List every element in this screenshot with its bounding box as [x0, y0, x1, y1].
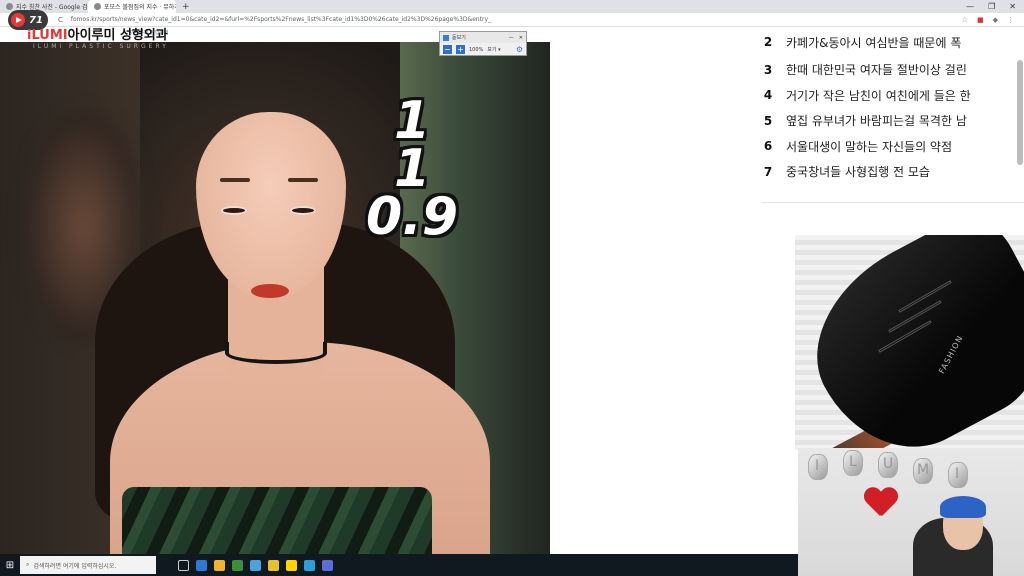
windows-start-icon[interactable]: ⊞: [0, 554, 20, 576]
screen: 지수 칭찬 사진 - Google 검색 ✕ 포모스 볼점집의 지수 · 뮤하게…: [0, 0, 1024, 576]
shoe-image: [795, 235, 1024, 450]
play-icon: [11, 13, 25, 27]
list-item[interactable]: 2 카페가&동아시 여심반을 때문에 폭: [762, 27, 1024, 57]
shoe-advertisement[interactable]: FASHION: [795, 235, 1024, 450]
clinic-logo: iLUMI아이루미 성형외과: [27, 24, 168, 43]
extension-icon[interactable]: ■: [977, 16, 984, 24]
list-item[interactable]: 6 서울대생이 말하는 자신들의 약점: [762, 134, 1024, 160]
kakaotalk-icon[interactable]: [286, 559, 297, 571]
rating-value: 1: [393, 91, 431, 151]
article-rank: 6: [763, 139, 773, 154]
magnifier-window[interactable]: 돋보기 — ✕ − + 100% 보기 ▾ ⚙: [439, 31, 527, 56]
zoom-out-button[interactable]: −: [443, 45, 452, 54]
menu-kebab-icon[interactable]: ⋮: [1007, 16, 1014, 24]
popular-article-list: 2 카페가&동아시 여심반을 때문에 폭 3 한때 대한민국 여자들 절반이상 …: [762, 27, 1024, 185]
google-favicon-icon: [6, 3, 13, 10]
app-icon[interactable]: [196, 559, 207, 571]
article-title[interactable]: 카페가&동아시 여심반을 때문에 폭: [786, 34, 961, 51]
balloon-letter: M: [913, 458, 933, 484]
new-tab-button[interactable]: +: [176, 2, 196, 12]
rating-value: 1: [393, 139, 431, 199]
gear-icon[interactable]: ⚙: [516, 45, 523, 54]
rating-overlay: 1 1 0.9: [366, 91, 459, 247]
article-title[interactable]: 거기가 작은 남친이 여친에게 들은 한: [786, 87, 971, 104]
taskbar-search[interactable]: ⌕ 검색하려면 여기에 입력하십시오.: [20, 556, 156, 574]
taskview-icon[interactable]: [178, 559, 189, 571]
article-title[interactable]: 서울대생이 말하는 자신들의 약점: [786, 138, 952, 155]
list-item[interactable]: 5 옆집 유부녀가 바람피는걸 목격한 남: [762, 108, 1024, 134]
magnifier-titlebar[interactable]: 돋보기 — ✕: [440, 32, 526, 43]
app-icon[interactable]: [322, 559, 333, 571]
article-title[interactable]: 한때 대한민국 여자들 절반이상 걸린: [786, 61, 967, 78]
article-title[interactable]: 중국창녀들 사형집행 전 모습: [786, 163, 930, 180]
surgical-cap: [940, 496, 986, 518]
bookmark-star-icon[interactable]: ☆: [962, 16, 968, 24]
magnifier-controls: — ✕: [509, 35, 523, 41]
article-rank: 2: [763, 35, 773, 49]
magnifier-toolbar: − + 100% 보기 ▾ ⚙: [440, 43, 526, 56]
list-item[interactable]: 4 거기가 작은 남친이 여친에게 들은 한: [762, 83, 1024, 109]
article-rank: 3: [763, 62, 773, 77]
page-scrollbar[interactable]: [1017, 60, 1023, 165]
article-rank: 5: [763, 113, 773, 128]
article-photo: [0, 42, 550, 554]
photo-eye-left: [221, 206, 247, 215]
photo-eye-right: [290, 206, 316, 215]
list-item[interactable]: 7 중국창녀들 사형집행 전 모습: [762, 159, 1024, 185]
maximize-icon[interactable]: ❐: [988, 2, 995, 11]
minimize-icon[interactable]: —: [966, 2, 974, 11]
webcam-overlay: I L U M I: [798, 448, 1024, 576]
tab-fomos-article[interactable]: 포모스 볼점집의 지수 · 뮤하게 ! ✕: [88, 0, 176, 13]
photo-brow-right: [288, 178, 318, 182]
search-icon: ⌕: [26, 561, 30, 568]
reload-icon[interactable]: C: [58, 16, 63, 24]
magnifier-title: 돋보기: [452, 35, 466, 41]
zoom-level: 100%: [469, 46, 484, 53]
balloon-letter: L: [843, 450, 863, 476]
app-icon[interactable]: [214, 559, 225, 571]
clinic-brand: iLUMI: [27, 28, 68, 43]
app-icon[interactable]: [304, 559, 315, 571]
balloon-letter: I: [948, 462, 968, 488]
clinic-subtitle: ILUMI PLASTIC SURGERY: [33, 43, 169, 50]
photo-lips: [251, 284, 289, 298]
view-dropdown[interactable]: 보기 ▾: [487, 46, 500, 53]
app-icon[interactable]: [250, 559, 261, 571]
taskbar-search-placeholder: 검색하려면 여기에 입력하십시오.: [33, 562, 117, 570]
photo-dress: [122, 487, 432, 554]
app-icon[interactable]: [268, 559, 279, 571]
browser-tab-bar: 지수 칭찬 사진 - Google 검색 ✕ 포모스 볼점집의 지수 · 뮤하게…: [0, 0, 1024, 13]
photo-choker: [225, 342, 327, 364]
fomos-favicon-icon: [94, 3, 101, 10]
extensions-puzzle-icon[interactable]: ◆: [993, 16, 998, 24]
photo-brow-left: [220, 178, 250, 182]
balloon-letter: I: [808, 454, 828, 480]
windows-taskbar: ⊞ ⌕ 검색하려면 여기에 입력하십시오.: [0, 554, 798, 576]
toolbar-icons: ☆ ■ ◆ ⋮: [962, 16, 1024, 24]
close-window-icon[interactable]: ✕: [1009, 2, 1016, 11]
section-divider: [762, 202, 1024, 203]
magnifier-app-icon: [443, 34, 449, 41]
balloon-letter: U: [878, 452, 898, 478]
close-icon[interactable]: ✕: [519, 35, 523, 41]
rating-value: 0.9: [366, 187, 459, 247]
window-controls: — ❐ ✕: [966, 2, 1024, 11]
clinic-name: 아이루미 성형외과: [67, 28, 168, 43]
article-title[interactable]: 옆집 유부녀가 바람피는걸 목격한 남: [786, 112, 967, 129]
heart-balloon: [864, 488, 898, 518]
chrome-icon[interactable]: [232, 559, 243, 571]
taskbar-app-icons: [178, 559, 333, 571]
url-field[interactable]: fomos.kr/sports/news_view?cate_id1=0&cat…: [71, 16, 491, 23]
article-rank: 7: [763, 164, 773, 179]
zoom-in-button[interactable]: +: [456, 45, 465, 54]
tab-label: 포모스 볼점집의 지수 · 뮤하게 !: [104, 4, 176, 11]
list-item[interactable]: 3 한때 대한민국 여자들 절반이상 걸린: [762, 57, 1024, 83]
minimize-icon[interactable]: —: [509, 35, 514, 41]
article-rank: 4: [763, 88, 773, 103]
